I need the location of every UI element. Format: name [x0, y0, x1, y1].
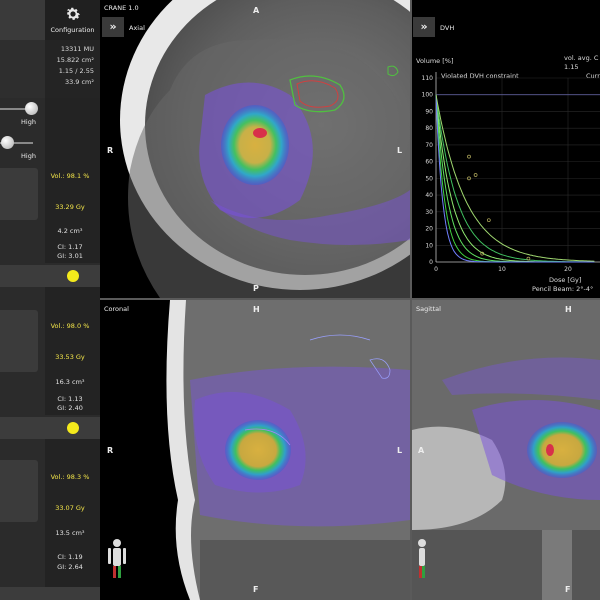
- target-2-vol: Vol.: 98.0 %: [50, 322, 90, 330]
- vertical-divider[interactable]: [410, 0, 412, 600]
- axial-title: Axial: [129, 24, 145, 32]
- side-figure-icon: [418, 539, 426, 578]
- coronal-orient-right: L: [397, 446, 403, 455]
- stat-ratio: 1.15 / 2.55: [58, 67, 94, 75]
- target-3-header[interactable]: [0, 417, 100, 439]
- target-3-status-dot: [67, 422, 79, 434]
- horizontal-divider[interactable]: [100, 298, 600, 300]
- target-2-thumbnail[interactable]: [0, 310, 38, 372]
- stat-area2: 33.9 cm²: [64, 78, 94, 86]
- stat-mu: 13311 MU: [60, 45, 94, 53]
- target-3-gi: GI: 2.64: [57, 563, 83, 571]
- dvh-ytick: 40: [425, 192, 433, 199]
- target-1-ci: CI: 1.17: [57, 243, 83, 251]
- target-2-header[interactable]: [0, 265, 100, 287]
- target-3-ci: CI: 1.19: [57, 553, 83, 561]
- dvh-ytick: 90: [425, 108, 433, 115]
- dvh-constraint-marker: [486, 218, 491, 223]
- dvh-xtick: 20: [564, 266, 572, 273]
- slider-label-1: High: [21, 118, 36, 126]
- target-2-gi: GI: 2.40: [57, 404, 83, 412]
- expand-panel-button[interactable]: »: [102, 17, 124, 37]
- target-3-dose: 33.07 Gy: [55, 504, 85, 512]
- target-2-dose: 33.53 Gy: [55, 353, 85, 361]
- target-2-ci: CI: 1.13: [57, 395, 83, 403]
- coronal-view[interactable]: Coronal H F R L: [100, 300, 410, 600]
- stat-area1: 15.822 cm²: [56, 56, 94, 64]
- target-3-thumbnail[interactable]: [0, 460, 38, 522]
- configuration-label: Configuration: [50, 26, 95, 34]
- plan-stats: 13311 MU 15.822 cm² 1.15 / 2.55 33.9 cm²: [45, 40, 100, 98]
- target-3-size: 13.5 cm³: [55, 529, 85, 537]
- axial-orient-bottom: P: [253, 284, 259, 293]
- axial-view[interactable]: CRANE 1.0 » Axial A P R L: [100, 0, 410, 298]
- target-4-header[interactable]: [0, 587, 100, 600]
- sagittal-orient-bottom: F: [565, 585, 571, 594]
- dvh-ytick: 50: [425, 175, 433, 182]
- coronal-orient-bottom: F: [253, 585, 259, 594]
- target-1-dose: 33.29 Gy: [55, 203, 85, 211]
- dvh-ytick: 60: [425, 159, 433, 166]
- dvh-ytick: 70: [425, 142, 433, 149]
- dvh-ytick: 0: [429, 259, 433, 266]
- dvh-constraint-marker: [473, 173, 478, 177]
- target-2-status-dot: [67, 270, 79, 282]
- dvh-chart: 11010090807060504030201000 10 20: [422, 72, 600, 273]
- axial-orient-top: A: [253, 6, 260, 15]
- coronal-orient-left: R: [107, 446, 114, 455]
- target-2-size: 16.3 cm³: [55, 378, 85, 386]
- sagittal-title: Sagittal: [416, 305, 441, 313]
- dvh-panel[interactable]: » DVH Volume [%] vol. avg. C 1.15 Curr V…: [411, 0, 600, 298]
- dvh-pencil-beam: Pencil Beam: 2°-4°: [532, 285, 594, 293]
- dvh-curve-6: [435, 94, 595, 262]
- coronal-orient-top: H: [253, 305, 260, 314]
- dvh-ytick: 10: [425, 242, 433, 249]
- target-1-size: 4.2 cm³: [57, 227, 83, 235]
- configuration-button[interactable]: Configuration: [45, 0, 100, 40]
- dvh-constraint-marker: [467, 154, 471, 159]
- target-1-vol: Vol.: 98.1 %: [50, 172, 90, 180]
- sagittal-orient-top: H: [565, 305, 572, 314]
- target-1-gi: GI: 3.01: [57, 252, 83, 260]
- sagittal-orient-left: A: [418, 446, 425, 455]
- dvh-ytick: 30: [425, 209, 433, 216]
- sagittal-view[interactable]: Sagittal H F A: [412, 300, 600, 600]
- sagittal-image: [412, 300, 600, 600]
- dvh-ytick: 80: [425, 125, 433, 132]
- stats-strip: [0, 40, 45, 98]
- dvh-ytick: 110: [422, 75, 434, 82]
- slider-label-2: High: [21, 152, 36, 160]
- axial-orient-right: L: [397, 146, 403, 155]
- coronal-title: Coronal: [104, 305, 129, 313]
- dvh-xtick: 0: [434, 266, 438, 273]
- dvh-xtick: 10: [498, 266, 506, 273]
- toolbar-strip: [0, 0, 45, 40]
- slider-knob-1[interactable]: [25, 102, 38, 115]
- slider-value-column: [45, 98, 100, 163]
- dvh-ytick: 20: [425, 226, 433, 233]
- dvh-xlabel: Dose [Gy]: [549, 276, 582, 284]
- slider-knob-2[interactable]: [1, 136, 14, 149]
- target-3-vol: Vol.: 98.3 %: [50, 473, 90, 481]
- axial-orient-left: R: [107, 146, 114, 155]
- dvh-ytick: 100: [422, 92, 434, 99]
- left-panel: Configuration 13311 MU 15.822 cm² 1.15 /…: [0, 0, 100, 600]
- coronal-image: [100, 300, 410, 600]
- target-1-thumbnail[interactable]: [0, 168, 38, 220]
- gear-icon: [66, 7, 80, 20]
- app-title: CRANE 1.0: [104, 4, 139, 12]
- axial-image: [120, 0, 410, 298]
